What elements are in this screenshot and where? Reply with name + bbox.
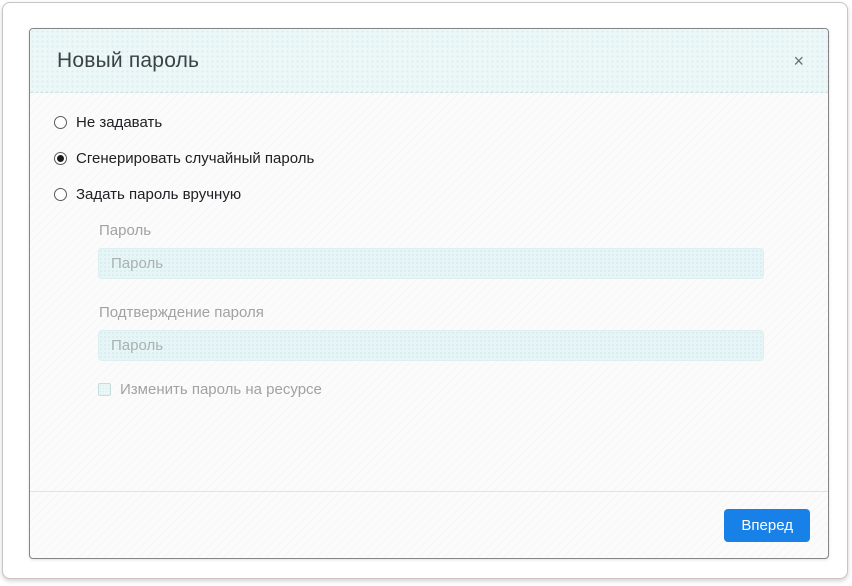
password-confirm-label: Подтверждение пароля xyxy=(99,304,764,321)
close-icon[interactable]: × xyxy=(789,50,808,72)
radio-option-label: Сгенерировать случайный пароль xyxy=(76,150,314,167)
radio-icon-selected[interactable] xyxy=(54,152,67,165)
radio-icon[interactable] xyxy=(54,116,67,129)
manual-password-section: Пароль Подтверждение пароля Изменить пар… xyxy=(98,222,764,398)
dialog-header: Новый пароль × xyxy=(30,29,828,93)
radio-option-no-password[interactable]: Не задавать xyxy=(54,114,804,131)
radio-option-label: Задать пароль вручную xyxy=(76,186,241,203)
checkbox-icon[interactable] xyxy=(98,383,111,396)
new-password-dialog: Новый пароль × Не задавать Сгенерировать… xyxy=(29,28,829,559)
change-password-on-resource-option[interactable]: Изменить пароль на ресурсе xyxy=(98,381,764,398)
password-label: Пароль xyxy=(99,222,764,239)
dialog-title: Новый пароль xyxy=(57,49,199,73)
forward-button[interactable]: Вперед xyxy=(724,509,810,542)
radio-option-manual-password[interactable]: Задать пароль вручную xyxy=(54,186,804,203)
radio-option-generate-random[interactable]: Сгенерировать случайный пароль xyxy=(54,150,804,167)
password-confirm-field[interactable] xyxy=(98,330,764,361)
radio-option-label: Не задавать xyxy=(76,114,162,131)
password-field[interactable] xyxy=(98,248,764,279)
checkbox-label: Изменить пароль на ресурсе xyxy=(120,381,322,398)
dialog-footer: Вперед xyxy=(30,491,828,558)
app-window: Новый пароль × Не задавать Сгенерировать… xyxy=(2,2,848,579)
radio-icon[interactable] xyxy=(54,188,67,201)
dialog-body: Не задавать Сгенерировать случайный паро… xyxy=(30,93,828,491)
